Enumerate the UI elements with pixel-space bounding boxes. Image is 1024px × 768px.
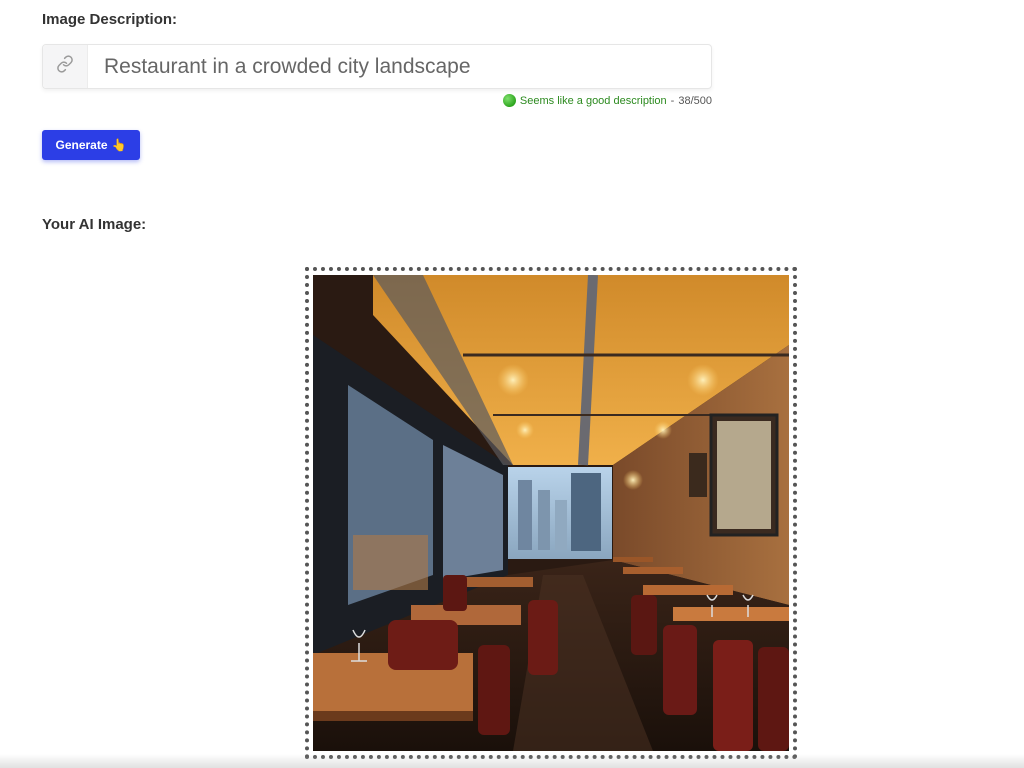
restaurant-interior-image — [313, 275, 789, 751]
validation-hint: Seems like a good description - 38/500 — [502, 94, 712, 107]
validation-message: Seems like a good description — [519, 94, 667, 107]
link-addon — [43, 45, 88, 88]
character-count: 38/500 — [678, 94, 712, 107]
validation-separator: - — [670, 94, 675, 107]
pointing-hand-icon: 👆 — [111, 138, 127, 152]
page: Image Description: Seems like a good des… — [0, 0, 1024, 768]
description-input[interactable] — [88, 45, 711, 88]
description-input-group — [42, 44, 712, 89]
generated-image-frame — [305, 267, 797, 759]
description-label: Image Description: — [42, 11, 178, 28]
generate-button[interactable]: Generate 👆 — [42, 130, 140, 160]
result-label: Your AI Image: — [42, 216, 147, 233]
generate-button-label: Generate — [55, 138, 108, 152]
link-icon — [56, 55, 74, 78]
green-circle-icon — [502, 94, 516, 107]
